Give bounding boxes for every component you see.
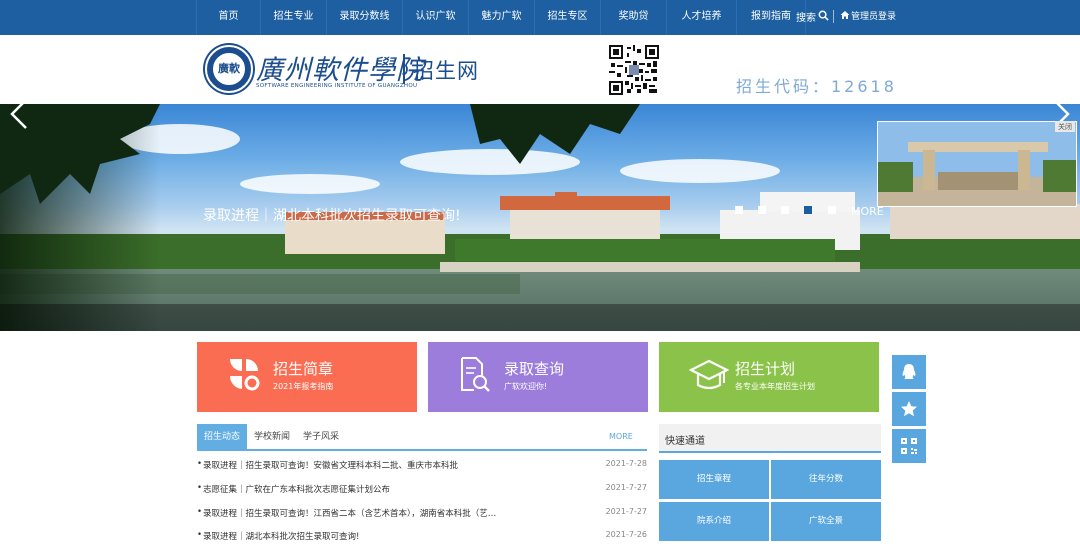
tab-school-news[interactable]: 学校新闻 <box>254 424 294 451</box>
quick-channel-title: 快速通道 <box>665 436 705 447</box>
header-divider <box>403 54 405 84</box>
graduation-cap-icon <box>689 359 729 390</box>
news-title[interactable]: 志愿征集｜广软在广东本科批次志愿征集计划公布 <box>203 483 390 495</box>
floating-campus-image[interactable] <box>877 121 1077 207</box>
card-title: 招生简章 <box>273 360 334 378</box>
school-name[interactable]: 廣州軟件學院 <box>256 48 424 87</box>
news-date: 2021-7-27 <box>605 483 647 492</box>
nav-item-talent[interactable]: 人才培养 <box>666 0 736 35</box>
card-subtitle: 2021年报考指南 <box>273 382 334 391</box>
carousel-prev-arrow-icon[interactable] <box>8 96 30 132</box>
floating-close-button[interactable]: 关闭 <box>1055 121 1075 132</box>
nav-item-home[interactable]: 首页 <box>196 0 260 35</box>
search-icon[interactable] <box>818 10 829 21</box>
nav-item-financial-aid[interactable]: 奖助贷 <box>600 0 666 35</box>
star-icon <box>901 401 917 417</box>
site-header <box>0 35 1080 104</box>
carousel-dot-5[interactable] <box>828 206 836 214</box>
card-title: 录取查询 <box>504 360 565 378</box>
carousel-dot-4[interactable] <box>804 206 812 214</box>
card-admission-guide[interactable]: 招生简章 2021年报考指南 <box>197 342 417 412</box>
news-title[interactable]: 录取进程｜湖北本科批次招生录取可查询! <box>203 530 359 542</box>
news-tabs: 招生动态 学校新闻 学子风采 <box>197 424 647 451</box>
school-seal-logo[interactable]: 廣軟 <box>205 45 253 93</box>
card-subtitle: 广软欢迎你! <box>504 382 548 391</box>
home-icon <box>840 11 850 19</box>
news-item[interactable]: • 录取进程｜招生录取可查询！江西省二本（含艺术首本），湖南省本科批（艺… 20… <box>197 501 647 525</box>
news-item[interactable]: • 录取进程｜招生录取可查询！安徽省文理科本科二批、重庆市本科批 2021-7-… <box>197 453 647 477</box>
card-title: 招生计划 <box>735 360 796 378</box>
tab-admission-news[interactable]: 招生动态 <box>197 424 247 451</box>
qq-penguin-icon <box>902 364 916 379</box>
carousel-dot-2[interactable] <box>758 206 766 214</box>
site-title: 招生网 <box>413 59 479 83</box>
news-date: 2021-7-28 <box>605 459 647 468</box>
nav-item-charm[interactable]: 魅力广软 <box>468 0 534 35</box>
quick-button-admission-charter[interactable]: 招生章程 <box>659 460 769 499</box>
document-search-icon <box>461 357 490 392</box>
nav-item-majors[interactable]: 招生专业 <box>260 0 326 35</box>
news-date: 2021-7-26 <box>605 530 647 539</box>
admin-login-link[interactable]: 管理员登录 <box>851 9 896 22</box>
news-title[interactable]: 录取进程｜招生录取可查询！江西省二本（含艺术首本），湖南省本科批（艺… <box>203 507 496 519</box>
side-favorite-button[interactable] <box>892 392 926 426</box>
carousel-dot-1[interactable] <box>735 206 743 214</box>
card-subtitle: 各专业本年度招生计划 <box>735 382 815 391</box>
card-admission-plan[interactable]: 招生计划 各专业本年度招生计划 <box>659 342 879 412</box>
news-item[interactable]: • 志愿征集｜广软在广东本科批次志愿征集计划公布 2021-7-27 <box>197 477 647 501</box>
side-qq-button[interactable] <box>892 355 926 389</box>
enrollment-code: 招生代码：12618 <box>736 77 897 96</box>
nav-item-about[interactable]: 认识广软 <box>402 0 468 35</box>
top-nav-bar: 首页 招生专业 录取分数线 认识广软 魅力广软 招生专区 奖助贷 人才培养 报到… <box>0 0 1080 35</box>
school-name-english: SOFTWARE ENGINEERING INSTITUTE OF GUANGZ… <box>256 83 418 89</box>
news-more-link[interactable]: MORE <box>609 432 633 441</box>
qr-code-icon <box>609 45 659 95</box>
nav-item-scores[interactable]: 录取分数线 <box>326 0 402 35</box>
petals-icon <box>229 359 260 391</box>
search-label[interactable]: 搜索 <box>796 9 816 24</box>
news-date: 2021-7-27 <box>605 507 647 516</box>
quick-button-departments[interactable]: 院系介绍 <box>659 502 769 541</box>
nav-divider <box>833 10 834 23</box>
tab-student-style[interactable]: 学子风采 <box>303 424 343 451</box>
quick-button-past-scores[interactable]: 往年分数 <box>771 460 881 499</box>
side-qrcode-button[interactable] <box>892 429 926 463</box>
carousel-dot-3[interactable] <box>781 206 789 214</box>
banner-caption-bar <box>0 304 1080 331</box>
news-item[interactable]: • 录取进程｜湖北本科批次招生录取可查询! 2021-7-26 <box>197 524 647 548</box>
qr-code-icon <box>901 438 917 454</box>
card-admission-query[interactable]: 录取查询 广软欢迎你! <box>428 342 648 412</box>
quick-button-campus-panorama[interactable]: 广软全景 <box>771 502 881 541</box>
news-title[interactable]: 录取进程｜招生录取可查询！安徽省文理科本科二批、重庆市本科批 <box>203 459 458 471</box>
banner-caption[interactable]: 录取进程｜湖北本科批次招生录取可查询! <box>203 205 461 225</box>
nav-item-admission-zone[interactable]: 招生专区 <box>534 0 600 35</box>
